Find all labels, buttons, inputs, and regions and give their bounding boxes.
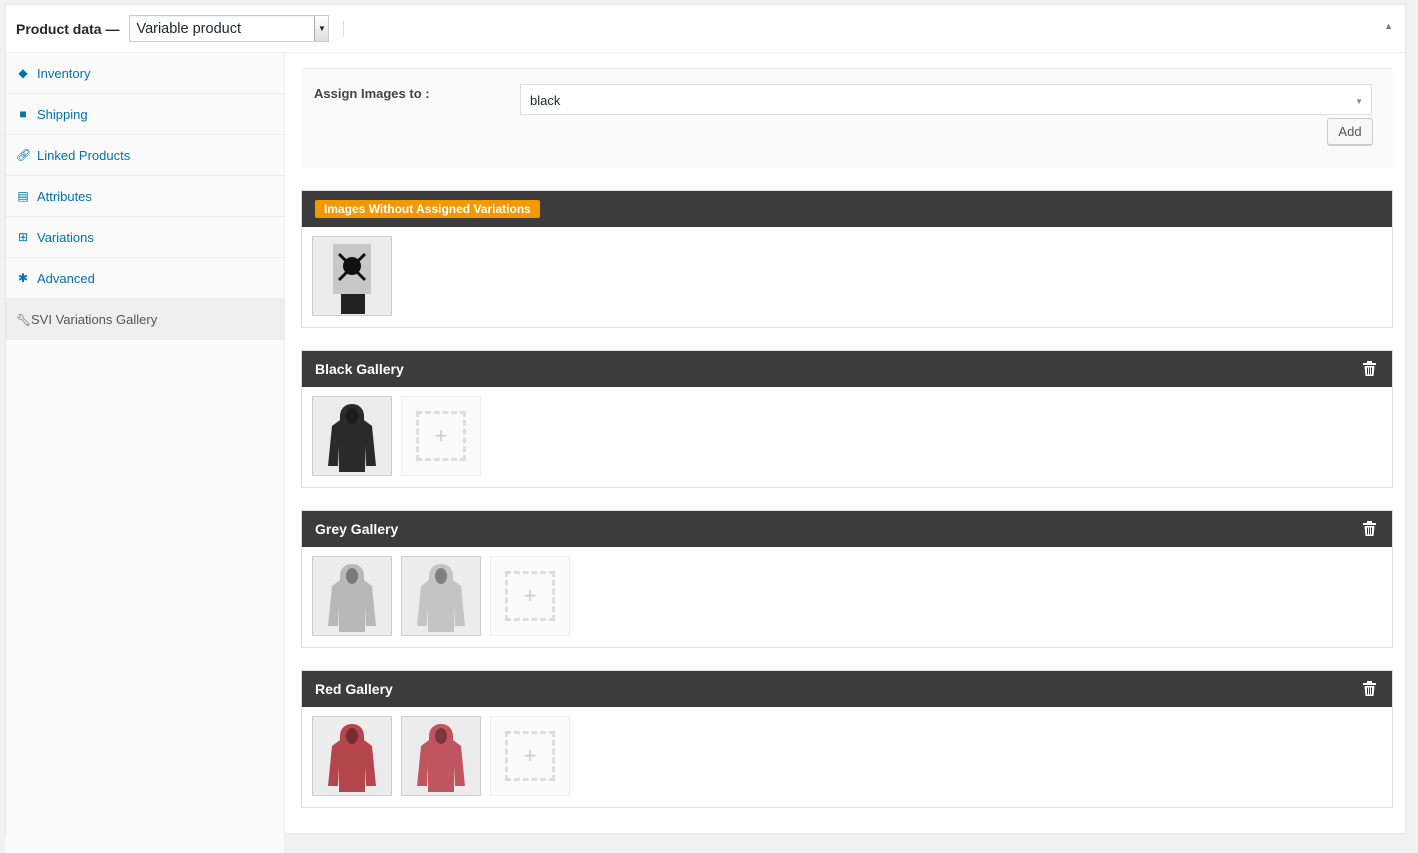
assign-images-value: black xyxy=(530,93,561,108)
product-type-value: Variable product xyxy=(136,20,241,37)
sidebar: ◆ Inventory ■ Shipping 🔗︎ Linked Products ▤… xyxy=(6,53,285,853)
list-icon: ▤ xyxy=(17,189,29,203)
link-icon: 🔗︎ xyxy=(16,148,32,162)
gallery-section: Images Without Assigned Variations xyxy=(301,190,1393,328)
assign-images-select[interactable]: black ▼ xyxy=(520,84,1372,115)
gallery-section: Grey Gallery + xyxy=(301,510,1393,648)
trash-icon[interactable] xyxy=(1363,361,1376,379)
sidebar-item-linked-products[interactable]: 🔗︎ Linked Products xyxy=(6,135,284,176)
sidebar-item-variations[interactable]: ⊞ Variations xyxy=(6,217,284,258)
gallery-header: Red Gallery xyxy=(302,671,1392,707)
panel-header: Product data — Variable product ▼ ▲ xyxy=(6,5,1405,53)
sidebar-item-inventory[interactable]: ◆ Inventory xyxy=(6,53,284,94)
gallery-image-thumbnail[interactable] xyxy=(312,716,392,796)
gallery-section: Red Gallery + xyxy=(301,670,1393,808)
truck-icon: ■ xyxy=(19,107,27,121)
wrench-icon: 🔧︎ xyxy=(16,312,32,327)
add-button[interactable]: Add xyxy=(1327,118,1373,145)
gallery-header: Images Without Assigned Variations xyxy=(302,191,1392,227)
assign-images-label: Assign Images to : xyxy=(314,86,430,101)
assign-images-box: Assign Images to : black ▼ Add xyxy=(301,68,1393,168)
main-content: Assign Images to : black ▼ Add Images Wit… xyxy=(301,68,1393,808)
gallery-image-thumbnail[interactable] xyxy=(312,396,392,476)
product-data-panel: Product data — Variable product ▼ ▲ ◆ Inve… xyxy=(5,4,1406,853)
gallery-body: + xyxy=(302,707,1392,807)
unassigned-badge: Images Without Assigned Variations xyxy=(315,200,540,218)
gallery-header: Black Gallery xyxy=(302,351,1392,387)
product-type-select[interactable]: Variable product ▼ xyxy=(129,15,330,42)
add-image-button[interactable]: + xyxy=(490,716,570,796)
sidebar-item-label: Variations xyxy=(37,229,94,245)
trash-icon[interactable] xyxy=(1363,521,1376,539)
plus-icon: + xyxy=(505,731,555,781)
sidebar-item-advanced[interactable]: ✱ Advanced xyxy=(6,258,284,299)
add-image-button[interactable]: + xyxy=(490,556,570,636)
panel-title: Product data — xyxy=(16,20,120,37)
gallery-body xyxy=(302,227,1392,327)
plus-icon: + xyxy=(505,571,555,621)
gallery-title: Grey Gallery xyxy=(315,521,399,537)
collapse-toggle-icon[interactable]: ▲ xyxy=(1384,21,1393,31)
add-image-button[interactable]: + xyxy=(401,396,481,476)
sidebar-item-label: Inventory xyxy=(37,65,91,81)
gallery-image-thumbnail[interactable] xyxy=(312,556,392,636)
divider xyxy=(343,20,345,37)
sidebar-item-attributes[interactable]: ▤ Attributes xyxy=(6,176,284,217)
gallery-title: Black Gallery xyxy=(315,361,404,377)
tag-icon: ◆ xyxy=(18,66,28,80)
chevron-down-icon: ▼ xyxy=(1355,97,1363,106)
sidebar-item-label: SVI Variations Gallery xyxy=(31,312,158,327)
plus-icon: + xyxy=(416,411,466,461)
gallery-image-thumbnail[interactable] xyxy=(401,716,481,796)
gallery-body: + xyxy=(302,547,1392,647)
sidebar-item-label: Shipping xyxy=(37,106,88,122)
sidebar-item-shipping[interactable]: ■ Shipping xyxy=(6,94,284,135)
gallery-section: Black Gallery + xyxy=(301,350,1393,488)
sidebar-item-svi-variations-gallery[interactable]: 🔧︎ SVI Variations Gallery xyxy=(6,299,284,340)
gallery-body: + xyxy=(302,387,1392,487)
chevron-down-icon: ▼ xyxy=(314,16,329,41)
gear-icon: ✱ xyxy=(17,271,29,285)
gallery-image-thumbnail[interactable] xyxy=(401,556,481,636)
trash-icon[interactable] xyxy=(1363,681,1376,699)
gallery-image-thumbnail[interactable] xyxy=(312,236,392,316)
gallery-header: Grey Gallery xyxy=(302,511,1392,547)
sidebar-item-label: Linked Products xyxy=(37,147,131,163)
gallery-title: Red Gallery xyxy=(315,681,393,697)
grid-icon: ⊞ xyxy=(17,230,29,244)
sidebar-item-label: Attributes xyxy=(37,188,92,204)
sidebar-item-label: Advanced xyxy=(37,270,95,286)
